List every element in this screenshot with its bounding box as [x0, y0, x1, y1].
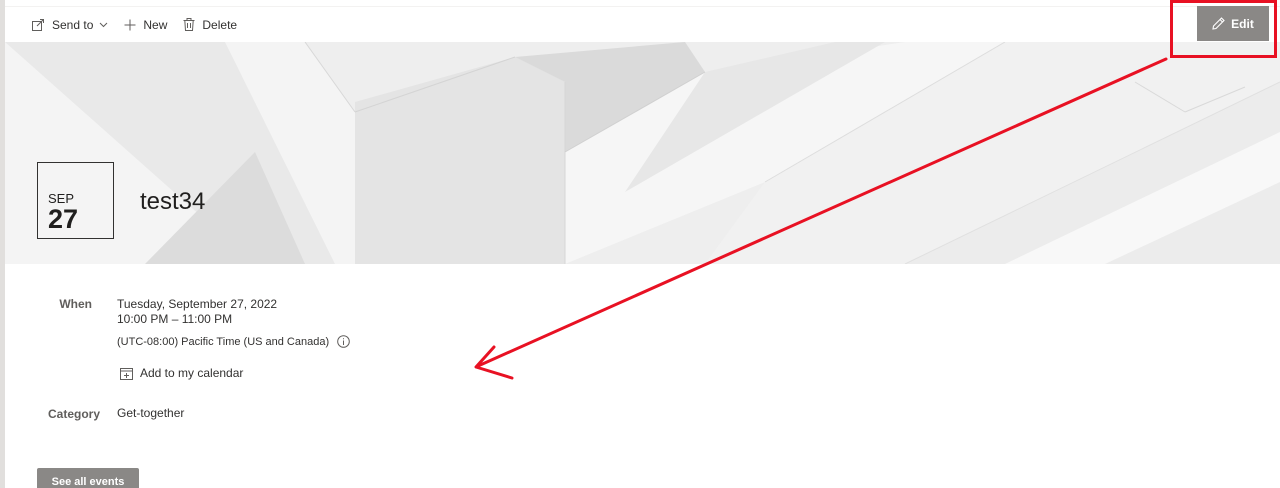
event-hero-banner	[5, 42, 1280, 264]
calendar-add-icon	[120, 367, 133, 380]
delete-label: Delete	[202, 17, 238, 32]
timezone-text: (UTC-08:00) Pacific Time (US and Canada)	[117, 335, 330, 348]
trash-icon	[183, 18, 195, 31]
pencil-icon	[1212, 17, 1225, 30]
event-time-text: 10:00 PM – 11:00 PM	[117, 312, 233, 326]
timezone-row: (UTC-08:00) Pacific Time (US and Canada)	[117, 335, 350, 348]
event-day: 27	[48, 204, 79, 234]
share-icon	[32, 19, 44, 31]
command-bar: Send to New Delete	[5, 6, 1280, 42]
event-title: test34	[140, 188, 206, 215]
edit-button[interactable]: Edit	[1197, 6, 1269, 41]
new-button[interactable]: New	[116, 7, 175, 43]
annotation-arrow-head	[474, 345, 514, 380]
add-to-calendar-label: Add to my calendar	[140, 366, 244, 380]
add-to-calendar-link[interactable]: Add to my calendar	[120, 366, 243, 380]
send-to-label: Send to	[52, 17, 94, 32]
hero-background-image	[5, 42, 1280, 264]
new-label: New	[143, 17, 168, 32]
delete-button[interactable]: Delete	[175, 7, 245, 43]
plus-icon	[124, 19, 136, 30]
info-icon[interactable]	[337, 335, 350, 348]
category-label: Category	[47, 407, 100, 421]
edit-label: Edit	[1231, 16, 1254, 31]
see-all-events-button[interactable]: See all events	[37, 468, 139, 488]
event-date-text: Tuesday, September 27, 2022	[117, 297, 278, 311]
chevron-down-icon	[100, 22, 108, 27]
event-date-badge: SEP 27	[37, 162, 114, 239]
category-value: Get-together	[117, 406, 185, 420]
send-to-button[interactable]: Send to	[24, 7, 116, 43]
when-label: When	[59, 297, 92, 311]
